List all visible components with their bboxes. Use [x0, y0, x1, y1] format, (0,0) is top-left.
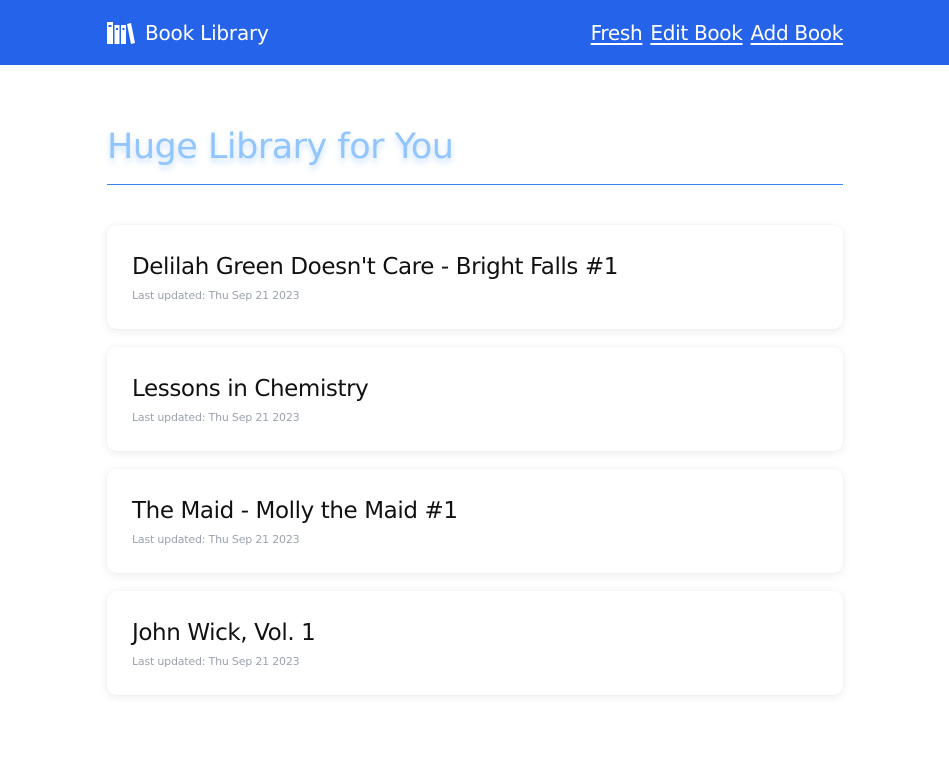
navbar: Book Library Fresh Edit Book Add Book [0, 0, 949, 65]
book-last-updated: Last updated: Thu Sep 21 2023 [132, 289, 300, 302]
book-title: The Maid - Molly the Maid #1 [132, 498, 458, 524]
book-last-updated: Last updated: Thu Sep 21 2023 [132, 655, 300, 668]
books-icon [107, 21, 135, 45]
book-title: John Wick, Vol. 1 [132, 620, 316, 646]
title-divider [107, 184, 843, 185]
nav-link-fresh[interactable]: Fresh [591, 21, 643, 45]
brand-label: Book Library [145, 20, 269, 45]
book-title: Lessons in Chemistry [132, 376, 369, 402]
brand-link[interactable]: Book Library [107, 21, 269, 45]
book-card[interactable]: The Maid - Molly the Maid #1 Last update… [107, 469, 843, 573]
main-content: Huge Library for You Delilah Green Doesn… [0, 125, 949, 695]
book-card[interactable]: Lessons in Chemistry Last updated: Thu S… [107, 347, 843, 451]
book-last-updated: Last updated: Thu Sep 21 2023 [132, 411, 300, 424]
nav-link-edit-book[interactable]: Edit Book [650, 21, 742, 45]
page-title: Huge Library for You [107, 127, 454, 167]
nav-link-add-book[interactable]: Add Book [751, 21, 844, 45]
book-card[interactable]: John Wick, Vol. 1 Last updated: Thu Sep … [107, 591, 843, 695]
book-last-updated: Last updated: Thu Sep 21 2023 [132, 533, 300, 546]
nav-links: Fresh Edit Book Add Book [591, 21, 844, 45]
book-title: Delilah Green Doesn't Care - Bright Fall… [132, 254, 619, 280]
book-list: Delilah Green Doesn't Care - Bright Fall… [107, 225, 843, 695]
book-card[interactable]: Delilah Green Doesn't Care - Bright Fall… [107, 225, 843, 329]
